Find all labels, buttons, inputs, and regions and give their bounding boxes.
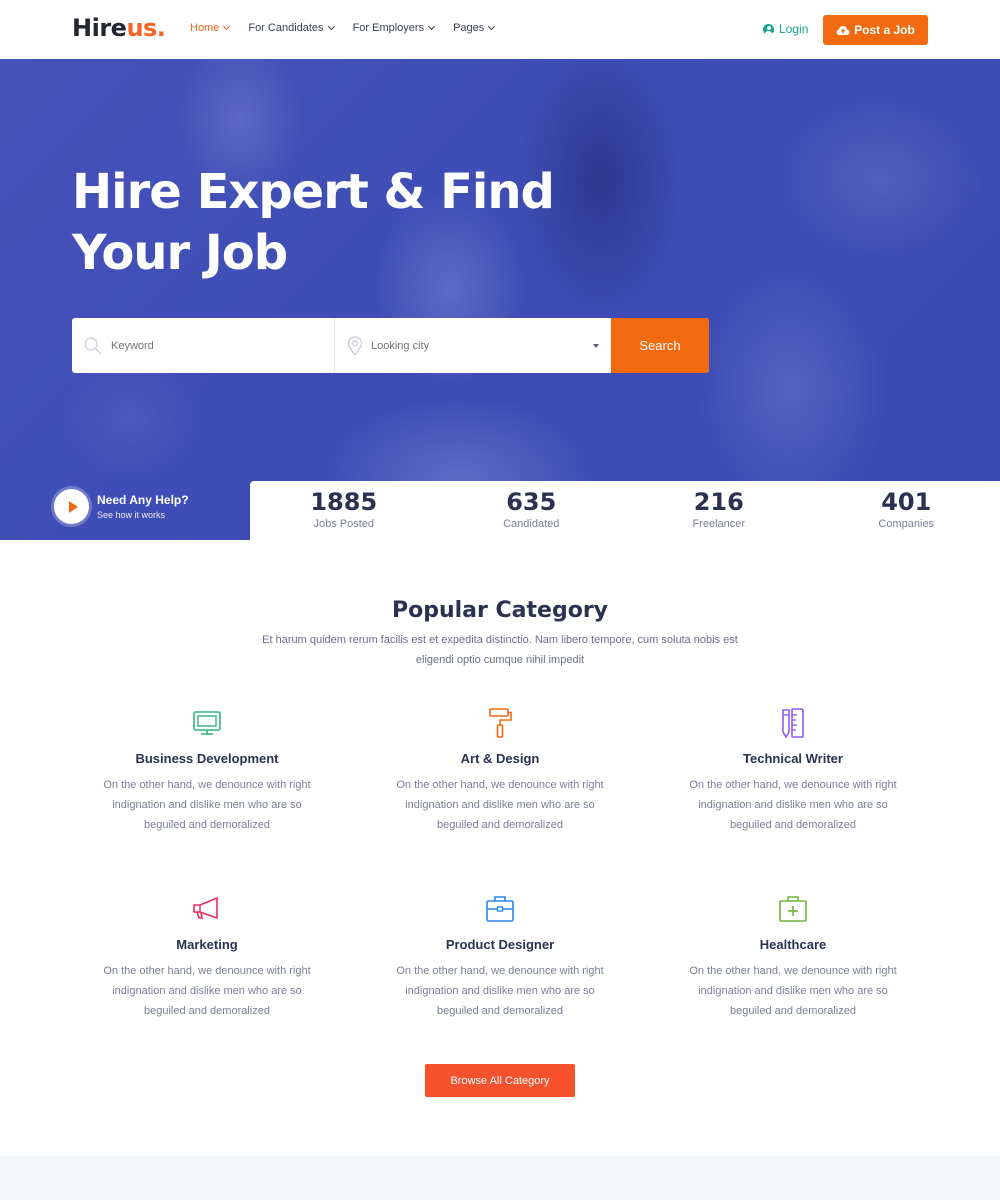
nav-item-label: Home [190, 22, 220, 34]
job-search-bar: Search [72, 318, 709, 373]
hero-title-line2: Your Job [72, 225, 288, 281]
chevron-down-icon [327, 22, 335, 31]
help-text: Need Any Help? See how it works [97, 493, 189, 520]
logo-accent-text: us. [126, 14, 166, 42]
hero-title: Hire Expert & Find Your Job [72, 162, 592, 284]
category-description: On the other hand, we denounce with righ… [689, 779, 897, 831]
help-title: Need Any Help? [97, 493, 189, 507]
stat-value: 635 [506, 488, 557, 516]
category-description: On the other hand, we denounce with righ… [103, 779, 311, 831]
stat-companies: 401 Companies [813, 481, 1000, 540]
pencil-ruler-icon [782, 708, 804, 739]
hero-banner: Hire Expert & Find Your Job Search Need … [0, 59, 1000, 540]
main-nav: Home For Candidates For Employers Pages [190, 22, 513, 34]
category-title: Technical Writer [743, 751, 843, 766]
post-job-label: Post a Job [854, 23, 915, 37]
category-title: Art & Design [460, 751, 540, 766]
nav-item-for-candidates[interactable]: For Candidates [248, 22, 335, 34]
cloud-upload-icon [836, 25, 850, 35]
stat-label: Companies [878, 518, 935, 530]
stat-label: Freelancer [692, 518, 746, 530]
stat-value: 401 [881, 488, 932, 516]
site-header: Hireus. Home For Candidates For Employer… [0, 0, 1000, 59]
category-product-designer[interactable]: Product Designer On the other hand, we d… [380, 893, 620, 1021]
nav-item-label: For Candidates [248, 22, 324, 34]
stat-freelancer: 216 Freelancer [625, 481, 813, 540]
browse-all-category-button[interactable]: Browse All Category [425, 1064, 575, 1097]
stats-bar: 1885 Jobs Posted 635 Candidated 216 Free… [250, 481, 1000, 540]
nav-item-home[interactable]: Home [190, 22, 231, 34]
chevron-down-icon [488, 22, 496, 31]
category-business-development[interactable]: Business Development On the other hand, … [87, 707, 327, 835]
help-video-link[interactable]: Need Any Help? See how it works [54, 489, 189, 524]
keyword-input[interactable] [111, 339, 311, 352]
stat-candidated: 635 Candidated [438, 481, 626, 540]
keyword-field[interactable] [72, 318, 335, 373]
category-art-design[interactable]: Art & Design On the other hand, we denou… [380, 707, 620, 835]
stat-label: Candidated [503, 518, 560, 530]
category-title: Business Development [135, 751, 279, 766]
megaphone-icon [193, 897, 218, 919]
stat-jobs-posted: 1885 Jobs Posted [250, 481, 438, 540]
category-title: Product Designer [445, 937, 555, 952]
category-title: Marketing [176, 937, 238, 952]
chevron-down-icon [223, 22, 231, 31]
play-button[interactable] [54, 489, 89, 524]
help-subtitle: See how it works [97, 510, 166, 520]
map-pin-icon [347, 335, 363, 355]
logo-main-text: Hire [72, 14, 127, 42]
city-select[interactable] [371, 339, 571, 352]
category-description: On the other hand, we denounce with righ… [396, 779, 604, 831]
category-description: On the other hand, we denounce with righ… [396, 965, 604, 1017]
login-label: Login [779, 22, 809, 36]
category-description: On the other hand, we denounce with righ… [689, 965, 897, 1017]
category-marketing[interactable]: Marketing On the other hand, we denounce… [87, 893, 327, 1021]
play-icon [68, 500, 78, 513]
briefcase-icon [486, 896, 514, 922]
post-job-button[interactable]: Post a Job [823, 15, 928, 45]
stat-label: Jobs Posted [313, 518, 375, 530]
chevron-down-icon [428, 22, 436, 31]
monitor-icon [193, 711, 221, 735]
medical-kit-icon [779, 896, 807, 922]
stat-value: 1885 [310, 488, 378, 516]
login-link[interactable]: Login [763, 22, 808, 36]
category-healthcare[interactable]: Healthcare On the other hand, we denounc… [673, 893, 913, 1021]
logo[interactable]: Hireus. [72, 14, 166, 42]
category-description: On the other hand, we denounce with righ… [103, 965, 311, 1017]
section-title: Popular Category [391, 598, 609, 623]
search-icon [84, 336, 102, 354]
section-description: Et harum quidem rerum facilis est et exp… [262, 634, 738, 666]
search-button[interactable]: Search [611, 318, 709, 373]
category-title: Healthcare [759, 937, 827, 952]
nav-item-label: Pages [453, 22, 485, 34]
category-technical-writer[interactable]: Technical Writer On the other hand, we d… [673, 707, 913, 835]
nav-item-for-employers[interactable]: For Employers [352, 22, 436, 34]
user-icon [763, 23, 774, 35]
hero-title-line1: Hire Expert & Find [72, 164, 555, 220]
city-field[interactable] [335, 318, 611, 373]
stat-value: 216 [693, 488, 744, 516]
paint-roller-icon [489, 708, 512, 738]
nav-item-label: For Employers [352, 22, 425, 34]
nav-item-pages[interactable]: Pages [453, 22, 496, 34]
next-section-band [0, 1156, 1000, 1200]
caret-down-icon[interactable] [593, 344, 599, 348]
